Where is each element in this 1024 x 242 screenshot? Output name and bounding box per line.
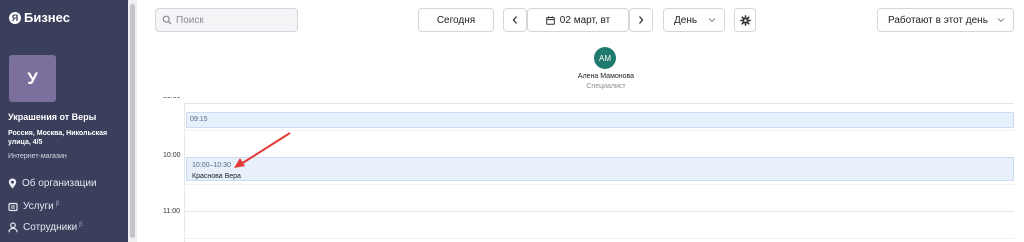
chevron-right-icon [639,16,644,24]
gear-icon [739,14,751,26]
staff-filter-select[interactable]: Работают в этот день [877,8,1014,32]
beta-badge: β [79,222,83,228]
grid-line [184,130,1014,131]
appointment-card[interactable]: 10:00–10:30 Краснова Вера [186,157,1014,181]
staff-icon [8,222,18,233]
yandex-logo-icon: Я [9,11,21,24]
slot-time-label: 09:15 [190,116,208,123]
organization-name: Украшения от Веры [8,112,97,122]
beta-badge: β [55,201,60,207]
business-logo[interactable]: Я Бизнес [9,10,70,25]
time-label-partial: 09:00 [163,97,181,101]
organization-address: Россия, Москва, Никольская улица, 4/5 [8,130,108,146]
grid-line [184,103,1014,104]
time-label-11: 11:00 [163,208,180,215]
appointment-client-name: Краснова Вера [192,173,241,180]
free-time-slot[interactable]: 09:15 [186,112,1014,128]
search-icon [162,15,172,25]
sidebar-item-label: Об организации [22,178,97,189]
appointment-time: 10:00–10:30 [192,162,231,169]
sidebar-item-about[interactable]: Об организации [8,178,97,189]
annotation-arrow-icon [234,132,291,168]
logo-text: Бизнес [24,10,70,25]
sidebar-item-label: Услуги [23,201,54,212]
specialist-role: Специалист [586,83,626,90]
specialist-name: Алена Мамонова [577,73,635,80]
today-button[interactable]: Сегодня [418,8,494,32]
next-day-button[interactable] [629,8,653,32]
organization-type: Интернет-магазин [8,153,67,160]
chevron-down-icon [708,18,716,23]
sidebar-item-label: Сотрудники [23,222,78,233]
sidebar-item-services[interactable]: Услуги β [8,201,59,212]
timeline-axis [184,103,185,242]
grid-line [184,238,1014,239]
search-input[interactable] [176,14,296,26]
specialist-avatar[interactable]: АМ [594,47,616,69]
staff-filter-label: Работают в этот день [888,14,988,26]
grid-line [184,184,1014,185]
time-label-10: 10:00 [163,152,181,159]
settings-button[interactable] [734,8,756,32]
sidebar-scrollbar-thumb[interactable] [130,4,135,238]
search-box[interactable] [155,8,298,32]
organization-avatar[interactable]: У [9,55,56,102]
chevron-left-icon [512,16,517,24]
prev-day-button[interactable] [503,8,527,32]
grid-line [184,211,1014,212]
view-mode-select[interactable]: День [663,8,725,32]
calendar-icon [545,15,555,25]
view-mode-label: День [674,14,698,26]
date-picker-button[interactable]: 02 март, вт [527,8,629,32]
location-pin-icon [8,178,17,189]
sidebar-item-staff[interactable]: Сотрудники β [8,222,83,233]
current-date-label: 02 март, вт [559,14,611,26]
chevron-down-icon [997,18,1005,23]
sidebar: Я Бизнес У Украшения от Веры Россия, Мос… [0,0,128,242]
services-icon [8,202,18,211]
